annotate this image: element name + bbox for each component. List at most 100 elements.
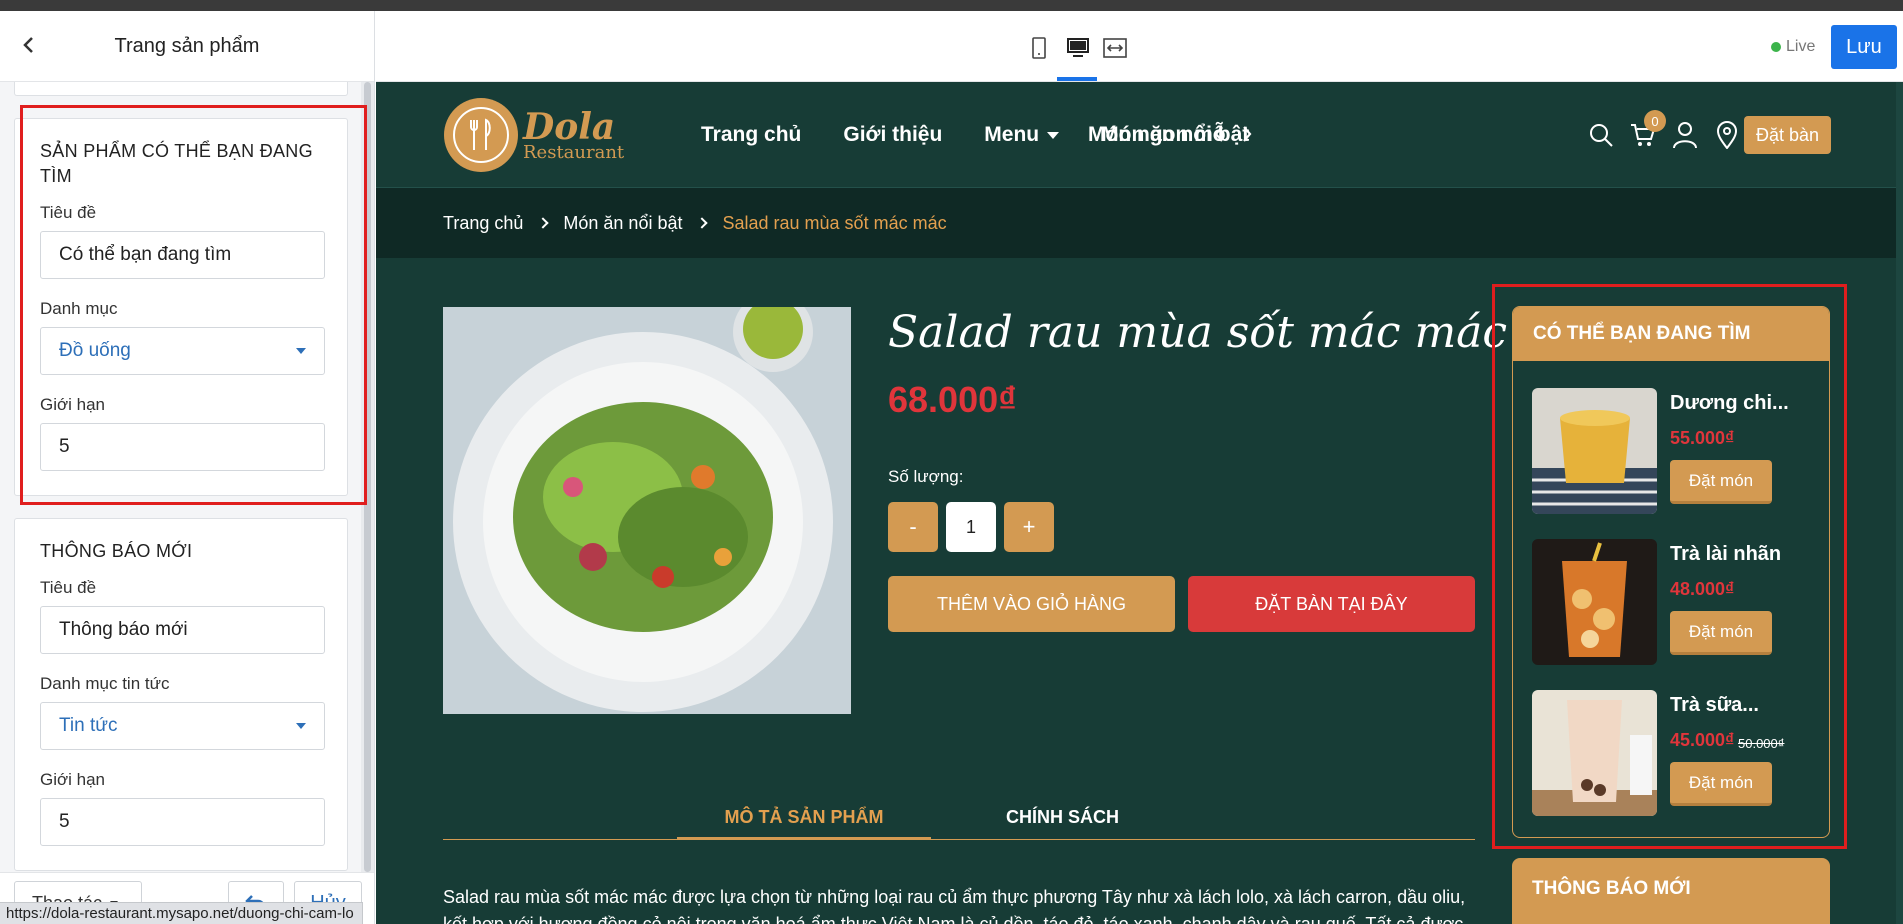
title-input[interactable]: Có thể bạn đang tìm (40, 231, 325, 279)
suggested-products-widget: CÓ THỂ BẠN ĐANG TÌM Dương chi... 55.000₫… (1512, 306, 1830, 838)
live-dot-icon (1771, 42, 1781, 52)
header-icons: 0 (1586, 110, 1742, 150)
breadcrumb: Trang chủ Món ăn nổi bật Salad rau mùa s… (376, 188, 1903, 258)
menu-item-tasty[interactable]: Món ngon mỗ (1088, 114, 1228, 154)
breadcrumb-category[interactable]: Món ăn nổi bật (563, 213, 682, 234)
fullwidth-view-icon[interactable] (1101, 35, 1129, 61)
editor-header: Trang sản phẩm (0, 11, 374, 82)
title-label: Tiêu đề (40, 203, 97, 222)
news-category-select[interactable]: Tin tức (40, 702, 325, 750)
user-icon[interactable] (1670, 120, 1700, 150)
logo-emblem-icon (444, 98, 518, 172)
preview-scrollbar[interactable] (1896, 82, 1903, 924)
menu-item-menu[interactable]: Menu (984, 123, 1060, 147)
product-price: 45.000₫ (1670, 730, 1735, 750)
add-to-cart-button[interactable]: THÊM VÀO GIỎ HÀNG (888, 576, 1175, 632)
tab-description[interactable]: MÔ TẢ SẢN PHẨM (677, 807, 931, 840)
desktop-view-icon[interactable] (1064, 35, 1092, 61)
mobile-view-icon[interactable] (1025, 35, 1053, 61)
quantity-input[interactable]: 1 (946, 502, 996, 552)
save-button[interactable]: Lưu (1831, 25, 1897, 69)
site-header: Dola Restaurant Trang chủ Giới thiệu Men… (376, 82, 1903, 188)
section-heading: THÔNG BÁO MỚI (40, 541, 193, 561)
product-price: 48.000₫ (1670, 579, 1735, 599)
menu-item-menu-label: Menu (984, 123, 1040, 146)
book-table-button[interactable]: Đặt bàn (1744, 116, 1831, 154)
limit-input[interactable]: 5 (40, 423, 325, 471)
caret-down-icon (296, 723, 306, 729)
section-news: THÔNG BÁO MỚI Tiêu đề Thông báo mới Danh… (14, 518, 348, 871)
chevron-right-icon (537, 217, 550, 229)
cart-count-badge: 0 (1644, 110, 1666, 132)
limit-label: Giới hạn (40, 395, 106, 414)
product-tabs: MÔ TẢ SẢN PHẨM CHÍNH SÁCH (443, 792, 1475, 840)
title-input[interactable]: Thông báo mới (40, 606, 325, 654)
quantity-stepper: - 1 + (888, 502, 1054, 552)
news-widget-heading: THÔNG BÁO MỚI (1512, 858, 1830, 924)
suggested-product-item: Trà lài nhãn 48.000₫ Đặt món (1532, 539, 1822, 665)
book-table-here-button[interactable]: ĐẶT BÀN TẠI ĐÂY (1188, 576, 1475, 632)
caret-down-icon (296, 348, 306, 354)
scrollbar-thumb[interactable] (364, 82, 371, 872)
editor-settings-list[interactable]: SẢN PHẨM CÓ THỂ BẠN ĐANG TÌM Tiêu đề Có … (0, 82, 362, 872)
suggested-product-item: Trà sữa... 45.000₫ 50.000₫ Đặt món (1532, 690, 1822, 816)
caret-down-icon (1047, 131, 1060, 139)
status-bar-url: https://dola-restaurant.mysapo.net/duong… (0, 902, 363, 924)
product-name[interactable]: Trà lài nhãn (1670, 543, 1810, 566)
product-name[interactable]: Trà sữa... (1670, 694, 1810, 717)
limit-label: Giới hạn (40, 770, 106, 789)
product-price: 55.000₫ (1670, 428, 1735, 448)
order-button[interactable]: Đặt món (1670, 460, 1772, 504)
decrease-quantity-button[interactable]: - (888, 502, 938, 552)
category-select[interactable]: Đồ uống (40, 327, 325, 375)
chevron-right-icon (696, 217, 709, 229)
site-preview: Dola Restaurant Trang chủ Giới thiệu Men… (376, 82, 1903, 924)
breadcrumb-home[interactable]: Trang chủ (443, 213, 523, 234)
tab-policy[interactable]: CHÍNH SÁCH (1006, 807, 1119, 828)
search-icon[interactable] (1586, 120, 1616, 150)
chevron-right-icon[interactable] (1237, 122, 1257, 146)
menu-item-about[interactable]: Giới thiệu (843, 123, 942, 147)
theme-editor-panel: Trang sản phẩm SẢN PHẨM CÓ THỂ BẠN ĐANG … (0, 11, 375, 924)
logo-line2: Restaurant (523, 141, 625, 163)
editor-scrollbar[interactable] (361, 82, 374, 872)
logo-line1: Dola (523, 105, 616, 148)
suggested-products-heading: CÓ THỂ BẠN ĐANG TÌM (1513, 307, 1829, 361)
product-old-price: 50.000₫ (1738, 736, 1785, 751)
menu-item-tasty-label: Món ngon mỗ (1088, 123, 1226, 146)
previous-section-card (14, 82, 348, 96)
increase-quantity-button[interactable]: + (1004, 502, 1054, 552)
product-thumbnail[interactable] (1532, 539, 1657, 665)
quantity-label: Số lượng: (888, 467, 964, 486)
product-description: Salad rau mùa sốt mác mác được lựa chọn … (443, 887, 1466, 924)
product-price: 68.000₫ (888, 379, 1017, 420)
order-button[interactable]: Đặt món (1670, 611, 1772, 655)
section-suggested-products: SẢN PHẨM CÓ THỂ BẠN ĐANG TÌM Tiêu đề Có … (14, 118, 348, 496)
product-image[interactable] (443, 307, 851, 714)
active-device-indicator (1057, 77, 1097, 81)
cart-icon[interactable]: 0 (1628, 110, 1666, 150)
product-name[interactable]: Dương chi... (1670, 392, 1810, 415)
menu-scroll-arrows (1209, 122, 1257, 146)
site-logo[interactable]: Dola Restaurant (444, 98, 624, 172)
back-arrow-icon[interactable] (16, 33, 40, 57)
chevron-left-icon[interactable] (1209, 122, 1229, 146)
product-title: Salad rau mùa sốt mác mác (888, 307, 1508, 358)
order-button[interactable]: Đặt món (1670, 762, 1772, 806)
product-thumbnail[interactable] (1532, 690, 1657, 816)
suggested-product-item: Dương chi... 55.000₫ Đặt món (1532, 388, 1822, 514)
section-heading: SẢN PHẨM CÓ THỂ BẠN ĐANG TÌM (40, 141, 313, 186)
map-pin-icon[interactable] (1712, 120, 1742, 150)
live-label: Live (1786, 38, 1816, 55)
limit-input[interactable]: 5 (40, 798, 325, 846)
breadcrumb-current: Salad rau mùa sốt mác mác (722, 212, 947, 233)
preview-toolbar: Live Lưu (376, 11, 1903, 82)
title-label: Tiêu đề (40, 578, 97, 597)
news-category-label: Danh mục tin tức (40, 674, 170, 693)
editor-title: Trang sản phẩm (114, 34, 260, 57)
live-status: Live (1771, 38, 1815, 56)
product-thumbnail[interactable] (1532, 388, 1657, 514)
news-category-select-value: Tin tức (59, 715, 118, 736)
category-label: Danh mục (40, 299, 118, 318)
menu-item-home[interactable]: Trang chủ (701, 123, 801, 147)
